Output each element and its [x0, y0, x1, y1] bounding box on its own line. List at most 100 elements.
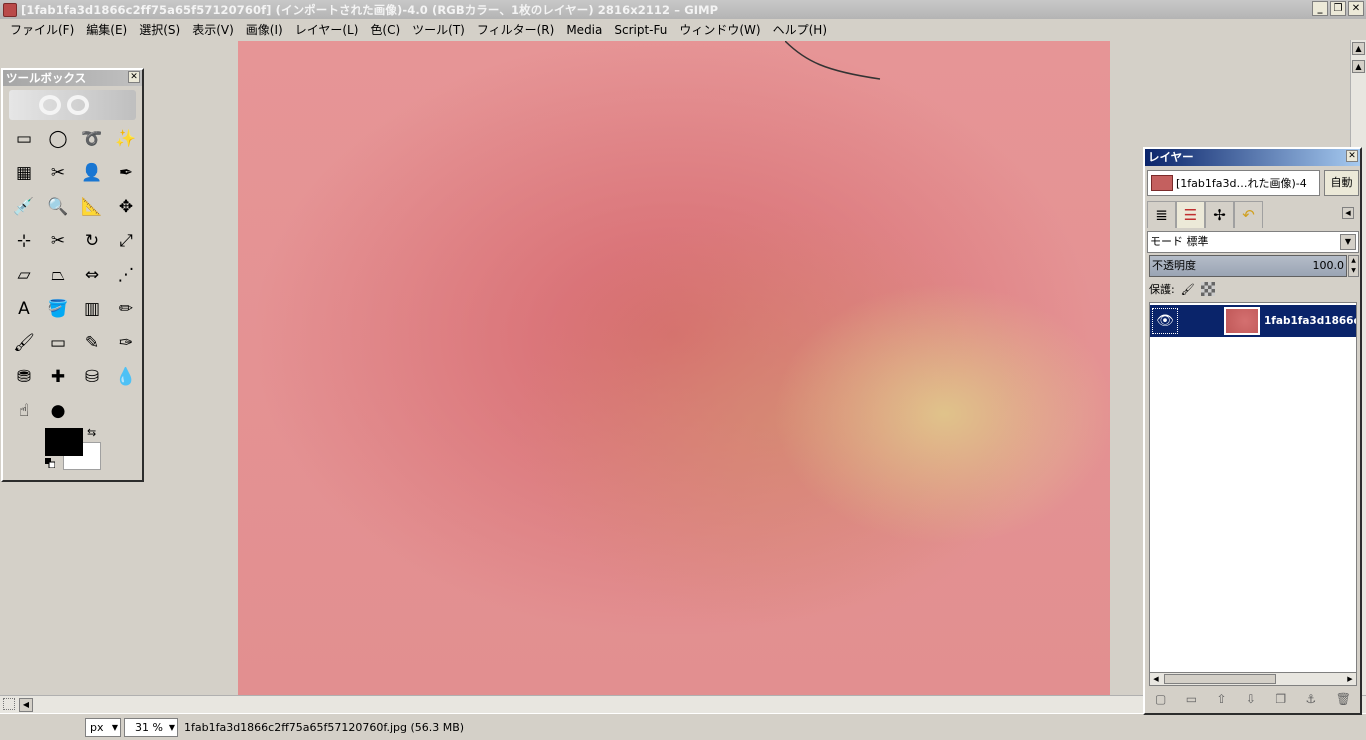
menu-file[interactable]: ファイル(F): [4, 21, 80, 38]
scroll-thumb[interactable]: [1164, 674, 1276, 684]
scale-icon[interactable]: ⤢: [109, 224, 143, 258]
tab-undo[interactable]: ↶: [1234, 201, 1263, 228]
paths-icon[interactable]: ✒: [109, 156, 143, 190]
image-canvas[interactable]: [238, 41, 1110, 695]
lock-label: 保護:: [1149, 283, 1175, 296]
toolbox-title-bar[interactable]: ツールボックス ✕: [3, 70, 142, 86]
duplicate-layer-icon[interactable]: ❐: [1275, 692, 1286, 706]
layer-list[interactable]: 👁 1fab1fa3d1866c2ff: [1149, 302, 1357, 685]
layers-horizontal-scrollbar[interactable]: ◀ ▶: [1149, 672, 1357, 686]
color-picker-icon[interactable]: 💉: [7, 190, 41, 224]
scroll-right-icon[interactable]: ▶: [1344, 673, 1356, 685]
heal-icon[interactable]: ✚: [41, 360, 75, 394]
scroll-up-icon[interactable]: ▲: [1352, 42, 1365, 55]
layer-thumbnail: [1224, 307, 1260, 335]
free-select-icon[interactable]: ➰: [75, 122, 109, 156]
visibility-eye-icon[interactable]: 👁: [1152, 308, 1178, 334]
lock-pixels-icon[interactable]: 🖌: [1181, 283, 1195, 296]
menu-view[interactable]: 表示(V): [186, 21, 240, 38]
tab-layers[interactable]: ≣: [1147, 201, 1176, 228]
title-bar: [1fab1fa3d1866c2ff75a65f57120760f] (インポー…: [0, 0, 1366, 19]
tab-paths[interactable]: ✢: [1205, 201, 1234, 228]
unit-select[interactable]: px ▼: [85, 718, 121, 737]
perspective-icon[interactable]: ⏢: [41, 258, 75, 292]
dodge-burn-icon[interactable]: ●: [41, 394, 75, 428]
shear-icon[interactable]: ▱: [7, 258, 41, 292]
delete-layer-icon[interactable]: 🗑: [1336, 692, 1351, 706]
cage-icon[interactable]: ⋰: [109, 258, 143, 292]
new-layer-icon[interactable]: ▢: [1155, 692, 1166, 706]
menu-colors[interactable]: 色(C): [364, 21, 406, 38]
close-button[interactable]: ✕: [1348, 1, 1364, 16]
menu-select[interactable]: 選択(S): [133, 21, 186, 38]
perspective-clone-icon[interactable]: ⛁: [75, 360, 109, 394]
crop-icon[interactable]: ✂: [41, 224, 75, 258]
menu-script-fu[interactable]: Script-Fu: [608, 23, 673, 37]
text-icon[interactable]: A: [7, 292, 41, 326]
swap-colors-icon[interactable]: ⇆: [87, 426, 96, 439]
lock-alpha-icon[interactable]: [1200, 282, 1215, 296]
pencil-icon[interactable]: ✏: [109, 292, 143, 326]
paintbrush-icon[interactable]: 🖌: [7, 326, 41, 360]
foreground-color[interactable]: [45, 428, 83, 456]
logo-eye-left: [39, 95, 61, 115]
menu-filters[interactable]: フィルター(R): [471, 21, 560, 38]
layers-close-button[interactable]: ✕: [1346, 150, 1358, 162]
airbrush-icon[interactable]: ✎: [75, 326, 109, 360]
chevron-down-icon: ▼: [111, 723, 118, 732]
ink-icon[interactable]: ✑: [109, 326, 143, 360]
channels-tab-icon: ☰: [1183, 206, 1198, 224]
scissors-icon[interactable]: ✂: [41, 156, 75, 190]
scroll-up-small-icon[interactable]: ▲: [1352, 60, 1365, 73]
fuzzy-select-icon[interactable]: ✨: [109, 122, 143, 156]
clone-icon[interactable]: ⛃: [7, 360, 41, 394]
rect-select-icon[interactable]: ▭: [7, 122, 41, 156]
smudge-icon[interactable]: ☝: [7, 394, 41, 428]
raise-layer-icon[interactable]: ⇧: [1216, 692, 1226, 706]
opacity-label: 不透明度: [1152, 259, 1196, 272]
layer-row[interactable]: 👁 1fab1fa3d1866c2ff: [1150, 305, 1356, 337]
image-select-value: [1fab1fa3d…れた画像)-4: [1176, 177, 1307, 190]
app-icon[interactable]: [3, 2, 17, 17]
zoom-select[interactable]: 31 % ▼: [124, 718, 178, 737]
opacity-spinner[interactable]: ▲ ▼: [1348, 255, 1359, 277]
layers-title-bar[interactable]: レイヤー ✕: [1145, 149, 1360, 166]
image-select[interactable]: [1fab1fa3d…れた画像)-4: [1147, 170, 1320, 196]
anchor-layer-icon[interactable]: ⚓: [1306, 692, 1317, 706]
zoom-icon[interactable]: 🔍: [41, 190, 75, 224]
minimize-button[interactable]: _: [1312, 1, 1328, 16]
new-group-icon[interactable]: ▭: [1186, 692, 1197, 706]
scroll-left-icon[interactable]: ◀: [19, 698, 33, 712]
menu-edit[interactable]: 編集(E): [80, 21, 133, 38]
eraser-icon[interactable]: ▭: [41, 326, 75, 360]
rotate-icon[interactable]: ↻: [75, 224, 109, 258]
auto-button[interactable]: 自動: [1324, 170, 1359, 196]
blur-icon[interactable]: 💧: [109, 360, 143, 394]
layer-name[interactable]: 1fab1fa3d1866c2ff: [1264, 315, 1356, 327]
menu-image[interactable]: 画像(I): [240, 21, 289, 38]
ellipse-select-icon[interactable]: ◯: [41, 122, 75, 156]
navigate-icon[interactable]: [3, 698, 15, 710]
move-icon[interactable]: ✥: [109, 190, 143, 224]
menu-tools[interactable]: ツール(T): [406, 21, 471, 38]
scroll-left-icon[interactable]: ◀: [1150, 673, 1162, 685]
bucket-fill-icon[interactable]: 🪣: [41, 292, 75, 326]
align-icon[interactable]: ⊹: [7, 224, 41, 258]
menu-help[interactable]: ヘルプ(H): [767, 21, 833, 38]
lower-layer-icon[interactable]: ⇩: [1246, 692, 1256, 706]
measure-icon[interactable]: 📐: [75, 190, 109, 224]
opacity-slider[interactable]: 不透明度 100.0: [1149, 255, 1347, 277]
maximize-button[interactable]: ❐: [1330, 1, 1346, 16]
tab-channels[interactable]: ☰: [1176, 201, 1205, 228]
menu-windows[interactable]: ウィンドウ(W): [673, 21, 766, 38]
toolbox-close-button[interactable]: ✕: [128, 71, 140, 83]
menu-media[interactable]: Media: [560, 23, 608, 37]
foreground-select-icon[interactable]: 👤: [75, 156, 109, 190]
flip-icon[interactable]: ⇔: [75, 258, 109, 292]
reset-colors-icon[interactable]: [45, 458, 55, 468]
tab-menu-button[interactable]: ◀: [1342, 207, 1354, 219]
mode-select[interactable]: モード 標準 ▼: [1147, 231, 1359, 253]
menu-layer[interactable]: レイヤー(L): [289, 21, 365, 38]
select-by-color-icon[interactable]: ▦: [7, 156, 41, 190]
gradient-icon[interactable]: ▥: [75, 292, 109, 326]
